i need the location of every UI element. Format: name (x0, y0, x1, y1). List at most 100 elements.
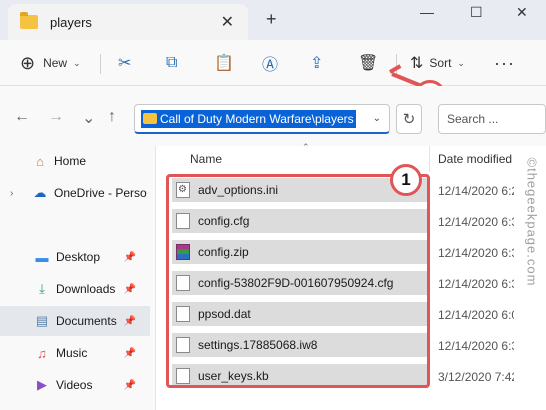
title-bar: players ✕ + — ☐ ✕ (0, 0, 546, 40)
file-icon (176, 337, 190, 353)
up-arrow-icon[interactable]: ↑ (108, 108, 116, 126)
file-row-config-zip[interactable]: config.zip (172, 240, 428, 264)
tab-players[interactable]: players ✕ (8, 4, 248, 40)
file-name: config-53802F9D-001607950924.cfg (198, 276, 394, 290)
sidebar-item-home[interactable]: ⌂ Home (0, 146, 150, 176)
delete-button[interactable]: 🗑 (358, 52, 378, 74)
sidebar-item-label: Music (56, 346, 88, 360)
file-row-config-cfg[interactable]: config.cfg (172, 209, 428, 233)
maximize-button[interactable]: ☐ (470, 4, 483, 21)
file-icon (176, 213, 190, 229)
watermark-text: ©thegeekpage.com (524, 157, 540, 287)
file-icon (176, 306, 190, 322)
desktop-icon: ▬ (35, 249, 49, 265)
file-row-user-keys[interactable]: user_keys.kb (172, 364, 428, 388)
file-date: 12/14/2020 6:32 (438, 246, 514, 260)
file-date: 12/14/2020 6:32 (438, 339, 514, 353)
forward-arrow-icon[interactable]: → (48, 108, 64, 126)
home-icon: ⌂ (36, 153, 44, 169)
cut-button[interactable]: ✂ (118, 52, 131, 74)
videos-icon: ▶ (37, 377, 47, 392)
file-date: 12/14/2020 6:33 (438, 215, 514, 229)
rename-button[interactable]: Ⓐ (262, 52, 278, 74)
file-date: 12/14/2020 6:32 (438, 277, 514, 291)
more-options-button[interactable]: ··· (494, 52, 515, 74)
pin-icon: 📌 (123, 315, 136, 327)
sidebar-item-onedrive[interactable]: › ☁ OneDrive - Perso (0, 178, 150, 208)
column-separator[interactable] (429, 146, 430, 172)
back-arrow-icon[interactable]: ← (14, 108, 30, 126)
refresh-button[interactable]: ↻ (396, 104, 422, 134)
file-date: 12/14/2020 6:00 P (438, 308, 514, 322)
search-input[interactable]: Search ... (438, 104, 546, 134)
file-list: ⌃ Name Date modified adv_options.ini 12/… (156, 142, 546, 410)
file-name: adv_options.ini (198, 183, 279, 197)
file-row-config-long-cfg[interactable]: config-53802F9D-001607950924.cfg (172, 271, 428, 295)
copy-button[interactable]: ⧉ (166, 52, 177, 74)
address-bar[interactable]: Call of Duty Modern Warfare\players ⌄ (134, 104, 390, 134)
pin-icon: 📌 (123, 283, 136, 295)
sidebar-item-documents[interactable]: ▤ Documents 📌 (0, 306, 150, 336)
music-icon: ♫ (37, 345, 47, 361)
close-tab-icon[interactable]: ✕ (221, 12, 234, 32)
sort-label: Sort (429, 56, 452, 70)
cut-icon: ✂ (118, 55, 132, 72)
sort-button[interactable]: ⇅ Sort ⌄ (410, 52, 465, 74)
rename-icon: Ⓐ (262, 57, 279, 74)
sidebar-item-downloads[interactable]: ⤓ Downloads 📌 (0, 274, 150, 304)
refresh-icon: ↻ (402, 111, 416, 128)
ini-file-icon (176, 182, 190, 198)
share-icon: ⇪ (310, 55, 324, 72)
recent-chevron-icon[interactable]: ⌄ (82, 108, 95, 128)
sort-icon: ⇅ (410, 55, 424, 72)
sidebar-item-label: OneDrive - Perso (54, 186, 147, 200)
column-header-date[interactable]: Date modified (438, 146, 512, 172)
column-header-name[interactable]: Name (190, 146, 222, 172)
file-row-ppsod[interactable]: ppsod.dat (172, 302, 428, 326)
sidebar-item-label: Documents (56, 314, 117, 328)
file-name: user_keys.kb (198, 369, 269, 383)
download-icon: ⤓ (39, 281, 45, 296)
documents-icon: ▤ (35, 313, 49, 328)
divider (396, 54, 397, 74)
chevron-down-icon[interactable]: ⌄ (373, 113, 381, 124)
sidebar-item-music[interactable]: ♫ Music 📌 (0, 338, 150, 368)
zip-archive-icon (176, 244, 190, 260)
folder-icon (143, 113, 157, 124)
pin-icon: 📌 (123, 379, 136, 391)
address-selection: Call of Duty Modern Warfare\players (141, 109, 356, 128)
search-placeholder: Search ... (447, 112, 499, 126)
share-button[interactable]: ⇪ (310, 52, 323, 74)
callout-1: 1 (390, 164, 422, 196)
chevron-right-icon[interactable]: › (10, 188, 13, 199)
file-name: settings.17885068.iw8 (198, 338, 318, 352)
sidebar-item-videos[interactable]: ▶ Videos 📌 (0, 370, 150, 400)
delete-icon: 🗑 (358, 55, 379, 72)
sidebar-item-label: Downloads (56, 282, 116, 296)
chevron-down-icon: ⌄ (73, 57, 81, 68)
address-path: Call of Duty Modern Warfare\players (160, 111, 354, 126)
copy-icon: ⧉ (166, 54, 178, 71)
new-button[interactable]: ⊕ New ⌄ (20, 52, 81, 74)
file-icon (176, 368, 190, 384)
file-date: 12/14/2020 6:28 (438, 184, 514, 198)
file-name: ppsod.dat (198, 307, 251, 321)
file-row-settings[interactable]: settings.17885068.iw8 (172, 333, 428, 357)
pin-icon: 📌 (123, 347, 136, 359)
close-window-button[interactable]: ✕ (516, 4, 528, 21)
pin-icon: 📌 (123, 251, 136, 263)
new-tab-button[interactable]: + (266, 9, 277, 30)
sort-ascending-icon: ⌃ (302, 142, 310, 152)
cloud-icon: ☁ (33, 185, 47, 200)
paste-button[interactable]: 📋 (214, 52, 234, 74)
divider (100, 54, 101, 74)
command-bar: ⊕ New ⌄ ✂ ⧉ 📋 Ⓐ ⇪ 🗑 ⇅ Sort ⌄ ··· (0, 40, 546, 86)
minimize-button[interactable]: — (420, 4, 434, 20)
tab-title: players (50, 14, 92, 30)
new-label: New (43, 56, 68, 70)
file-name: config.zip (198, 245, 249, 259)
sidebar-item-desktop[interactable]: ▬ Desktop 📌 (0, 242, 150, 272)
sidebar-item-label: Home (54, 154, 87, 168)
paste-icon: 📋 (214, 55, 234, 72)
folder-icon (20, 12, 38, 29)
